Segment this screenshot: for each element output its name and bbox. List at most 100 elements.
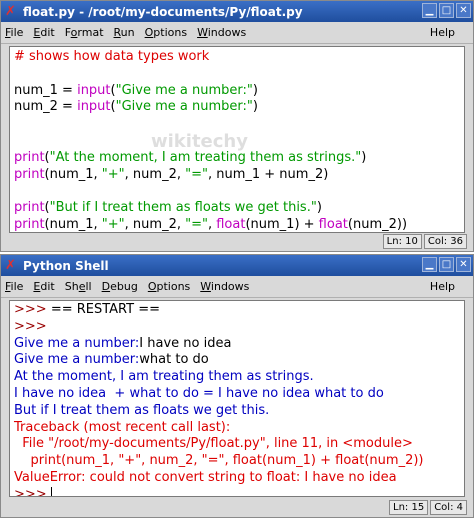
menu-shell[interactable]: Shell — [65, 280, 92, 293]
close-button[interactable]: ✕ — [456, 3, 471, 18]
code-token: == RESTART == — [50, 302, 160, 317]
code-line: ValueError: could not convert string to … — [14, 470, 460, 487]
editor-statusbar: Ln: 10 Col: 36 — [382, 234, 467, 249]
menu-run[interactable]: Run — [114, 26, 135, 39]
editor-titlebar[interactable]: ✗ float.py - /root/my-documents/Py/float… — [1, 1, 473, 22]
code-line: At the moment, I am treating them as str… — [14, 369, 460, 386]
code-line: # shows how data types work — [14, 49, 460, 66]
code-line: Give me a number:what to do — [14, 352, 460, 369]
code-token: input — [77, 99, 111, 115]
code-token: File "/root/my-documents/Py/float.py", l… — [14, 436, 413, 452]
shell-titlebar[interactable]: ✗ Python Shell ▁ □ ✕ — [1, 255, 473, 276]
shell-text-area[interactable]: >>> == RESTART == >>> Give me a number:I h… — [9, 300, 465, 497]
input-line[interactable]: >>> — [14, 486, 460, 497]
code-token: "Give me a number:" — [115, 82, 253, 98]
code-line: But if I treat them as floats we get thi… — [14, 403, 460, 420]
code-token: >>> — [14, 318, 47, 334]
shell-prompt: >>> — [14, 486, 51, 497]
code-token: , num_1 + num_2) — [207, 166, 329, 182]
code-token: ) — [252, 99, 258, 115]
code-token: "But if I treat them as floats we get th… — [49, 200, 317, 216]
code-line: File "/root/my-documents/Py/float.py", l… — [14, 436, 460, 453]
minimize-button[interactable]: ▁ — [422, 3, 437, 18]
code-token: ) — [316, 200, 322, 216]
editor-text-area[interactable]: # shows how data types work num_1 = input… — [9, 46, 465, 233]
column-indicator: Col: 4 — [430, 500, 467, 515]
idle-app-icon: ✗ — [5, 4, 16, 19]
code-token: "At the moment, I am treating them as st… — [49, 149, 362, 165]
idle-app-icon: ✗ — [5, 258, 16, 273]
minimize-button[interactable]: ▁ — [422, 257, 437, 272]
code-token: Give me a number: — [14, 335, 140, 351]
code-line: print(num_1, "+", num_2, "=", num_1 + nu… — [14, 167, 460, 184]
code-token: float — [216, 216, 246, 232]
column-indicator: Col: 36 — [423, 234, 467, 249]
menu-file[interactable]: File — [5, 26, 23, 39]
line-indicator: Ln: 15 — [389, 500, 429, 515]
menu-options[interactable]: Options — [148, 280, 190, 293]
code-token: (num_1, — [44, 216, 102, 232]
code-token: input — [77, 82, 111, 98]
menu-options[interactable]: Options — [145, 26, 187, 39]
code-token: float — [318, 216, 348, 232]
shell-statusbar: Ln: 15 Col: 4 — [389, 500, 467, 515]
code-line: Traceback (most recent call last): — [14, 420, 460, 437]
code-token: ) — [252, 82, 258, 98]
code-token: Give me a number: — [14, 352, 140, 368]
code-token: print — [14, 149, 45, 165]
code-line: print(num_1, "+", num_2, "=", float(num_… — [14, 216, 460, 232]
menu-debug[interactable]: Debug — [102, 280, 138, 293]
code-line: Give me a number:I have no idea — [14, 336, 460, 353]
code-token: (num_2)) — [347, 216, 408, 232]
code-line: I have no idea + what to do = I have no … — [14, 386, 460, 403]
text-cursor — [50, 487, 52, 496]
code-token: num_1 = — [14, 82, 78, 98]
code-token: "+" — [101, 216, 125, 232]
menu-edit[interactable]: Edit — [33, 26, 54, 39]
menu-windows[interactable]: Windows — [200, 280, 249, 293]
editor-title: float.py - /root/my-documents/Py/float.p… — [23, 4, 303, 19]
code-token: print — [14, 216, 45, 232]
code-token: "=" — [185, 216, 208, 232]
menu-help[interactable]: Help — [430, 26, 455, 39]
code-line: >>> — [14, 319, 460, 336]
code-token: But if I treat them as floats we get thi… — [14, 402, 270, 418]
code-token: I have no idea — [139, 335, 232, 351]
code-token: (num_1, — [44, 166, 102, 182]
code-token: ) — [361, 149, 367, 165]
maximize-button[interactable]: □ — [439, 257, 454, 272]
code-token: (num_1) + — [245, 216, 319, 232]
code-token: , num_2, — [124, 216, 186, 232]
code-token: , num_2, — [124, 166, 186, 182]
code-token: "Give me a number:" — [115, 99, 253, 115]
menu-edit[interactable]: Edit — [33, 280, 54, 293]
maximize-button[interactable]: □ — [439, 3, 454, 18]
code-token: ValueError: could not convert string to … — [14, 469, 397, 485]
code-line: >>> == RESTART == — [14, 302, 460, 319]
code-line: print("At the moment, I am treating them… — [14, 150, 460, 167]
editor-menubar: File Edit Format Run Options Windows Help — [1, 22, 473, 44]
menu-help[interactable]: Help — [430, 280, 455, 293]
editor-window: ✗ float.py - /root/my-documents/Py/float… — [0, 0, 474, 252]
code-token: # shows how data types work — [14, 49, 210, 64]
code-token: I have no idea + what to do = I have no … — [14, 385, 384, 401]
code-line: num_1 = input("Give me a number:") — [14, 83, 460, 100]
close-button[interactable]: ✕ — [456, 257, 471, 272]
shell-window: ✗ Python Shell ▁ □ ✕ File Edit Shell Debug O… — [0, 254, 474, 518]
line-indicator: Ln: 10 — [382, 234, 422, 249]
code-line: print("But if I treat them as floats we … — [14, 200, 460, 217]
code-token: >>> — [14, 302, 51, 317]
code-token: , — [207, 216, 217, 232]
code-token: num_2 = — [14, 99, 78, 115]
shell-title: Python Shell — [23, 258, 109, 273]
code-line: num_2 = input("Give me a number:") — [14, 99, 460, 116]
menu-format[interactable]: Format — [65, 26, 104, 39]
menu-windows[interactable]: Windows — [197, 26, 246, 39]
menu-file[interactable]: File — [5, 280, 23, 293]
shell-menubar: File Edit Shell Debug Options Windows Help — [1, 276, 473, 298]
code-token: "=" — [185, 166, 208, 182]
